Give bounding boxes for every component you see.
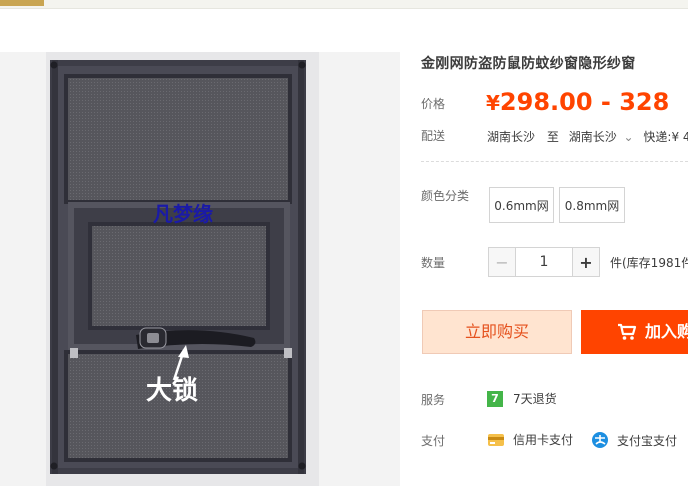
quantity-input[interactable]: 1 — [516, 247, 572, 277]
service-text: 7天退货 — [513, 392, 557, 406]
increase-quantity-button[interactable]: + — [572, 247, 600, 277]
decrease-quantity-button[interactable]: − — [488, 247, 516, 277]
currency-symbol: ¥ — [486, 91, 500, 115]
service-item[interactable]: 7 7天退货 — [487, 390, 557, 407]
credit-card-icon — [488, 433, 504, 446]
alipay-label: 支付宝支付 — [617, 433, 678, 448]
section-divider — [421, 161, 688, 162]
product-gallery: 凡梦缘 大锁 — [0, 52, 400, 486]
payment-alipay[interactable]: 支付宝支付 — [591, 431, 677, 449]
shopping-cart-icon — [618, 323, 637, 340]
ship-from: 湖南长沙 — [487, 130, 536, 144]
add-to-cart-button[interactable]: 加入购物车 — [581, 310, 688, 354]
color-option-0.8mm[interactable]: 0.8mm网 — [559, 187, 625, 223]
credit-card-label: 信用卡支付 — [513, 433, 574, 447]
product-main-image[interactable]: 凡梦缘 大锁 — [46, 52, 319, 486]
price-value: 298.00 - 328 — [499, 88, 670, 116]
add-to-cart-label: 加入购物车 — [645, 322, 688, 341]
express-fee: 快递:¥ 4 — [643, 130, 688, 144]
color-label: 颜色分类 — [421, 189, 470, 203]
delivery-info: 湖南长沙 至 湖南长沙 ⌄ 快递:¥ 4 — [487, 128, 688, 145]
stock-info: 件(库存1981件) — [610, 256, 688, 270]
product-title: 金刚网防盗防鼠防蚊纱窗隐形纱窗 — [421, 56, 636, 72]
price-label: 价格 — [421, 97, 446, 111]
quantity-label: 数量 — [421, 256, 446, 270]
seven-day-return-icon: 7 — [487, 390, 503, 407]
delivery-label: 配送 — [421, 129, 446, 143]
window-screen-photo — [46, 52, 319, 486]
service-label: 服务 — [421, 393, 446, 407]
lock-annotation: 大锁 — [146, 376, 199, 406]
payment-label: 支付 — [421, 434, 446, 448]
buy-now-button[interactable]: 立即购买 — [422, 310, 572, 354]
brand-watermark: 凡梦缘 — [153, 202, 213, 226]
product-info-panel: 金刚网防盗防鼠防蚊纱窗隐形纱窗 价格 ¥298.00 - 328 配送 湖南长沙… — [401, 0, 688, 486]
quantity-stepper: − 1 + — [488, 247, 600, 277]
site-logo[interactable] — [0, 0, 44, 6]
ship-to-word: 至 — [546, 130, 559, 144]
color-option-0.6mm[interactable]: 0.6mm网 — [489, 187, 554, 223]
chevron-down-icon[interactable]: ⌄ — [624, 130, 634, 144]
payment-credit-card[interactable]: 信用卡支付 — [487, 431, 573, 448]
ship-to-selector[interactable]: 湖南长沙 — [569, 130, 617, 144]
alipay-icon — [592, 432, 608, 448]
price-range: ¥298.00 - 328 — [486, 88, 669, 116]
